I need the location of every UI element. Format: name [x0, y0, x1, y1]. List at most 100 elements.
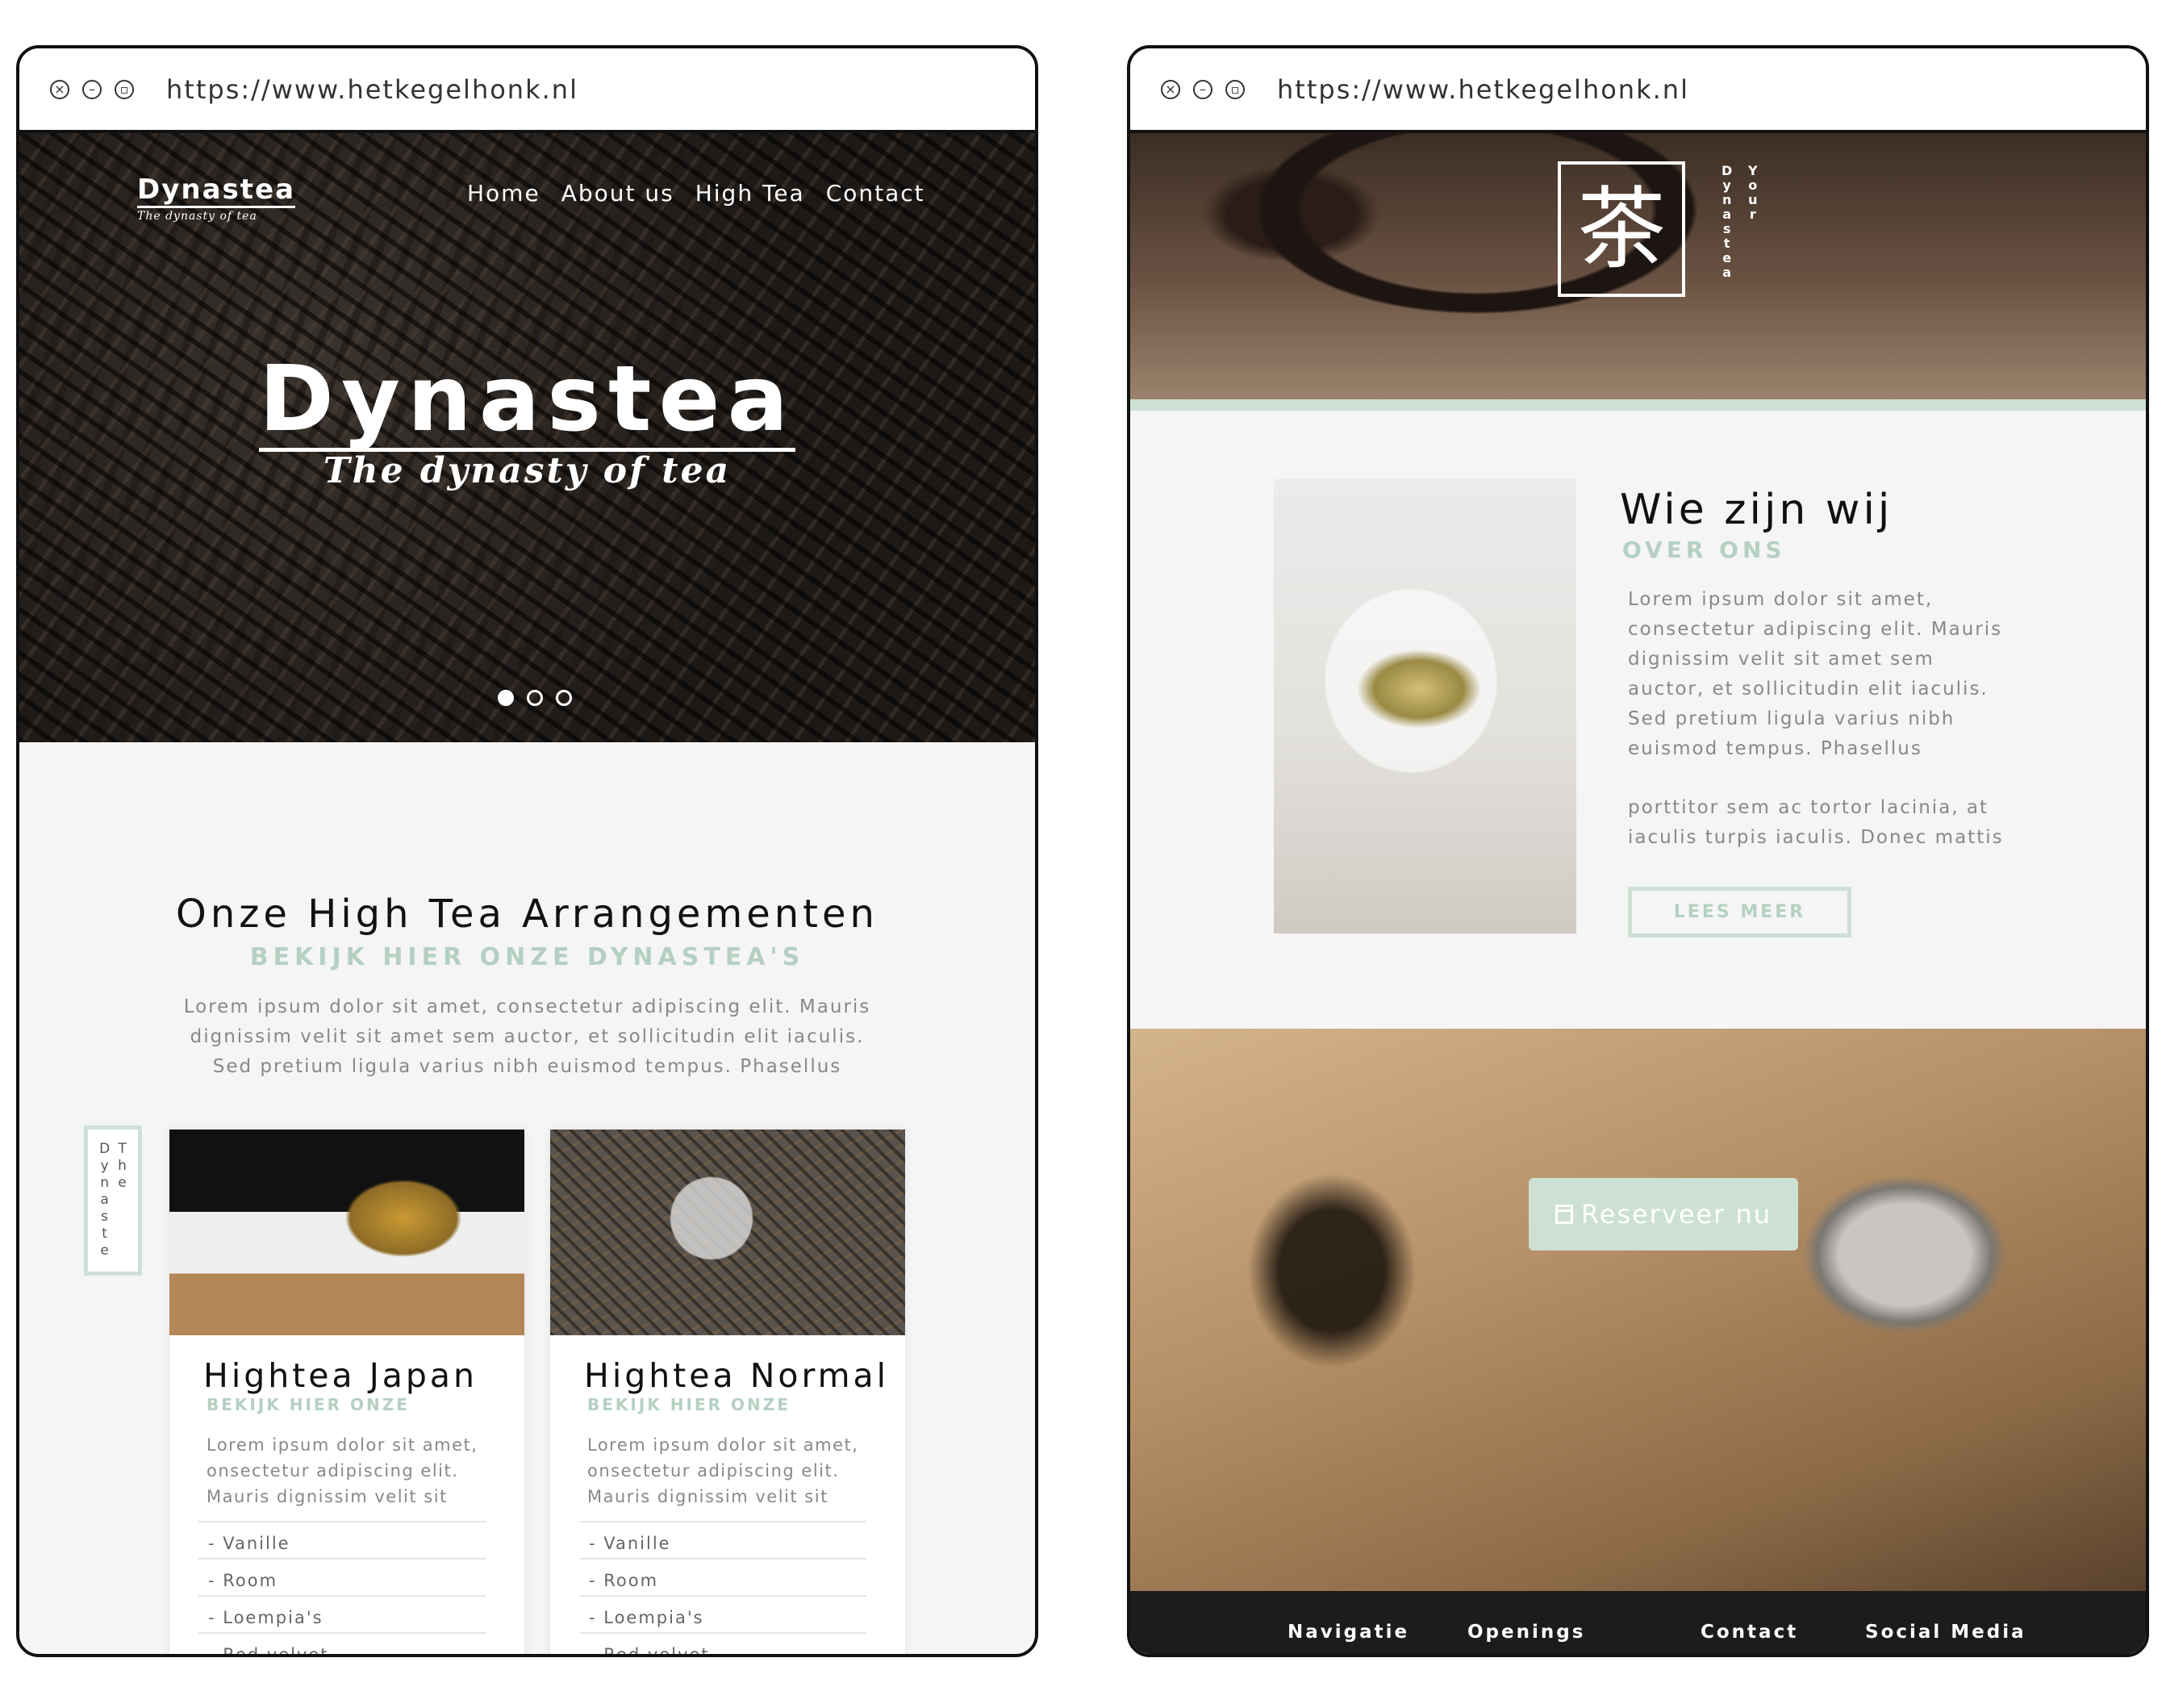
arrangements-heading: Onze High Tea Arrangementen BEKIJK HIER … — [19, 892, 1035, 1082]
vertical-letter: o — [1748, 177, 1758, 193]
nav-contact[interactable]: Contact — [826, 180, 925, 207]
footer-col-navigatie[interactable]: Navigatie — [1287, 1622, 1409, 1643]
close-window-icon[interactable]: × — [50, 79, 69, 99]
vertical-letter: t — [102, 1226, 107, 1242]
address-bar[interactable]: https://www.hetkegelhonk.nl — [1277, 74, 1689, 105]
tea-kanji-logo[interactable]: 茶 — [1558, 161, 1685, 297]
card-item-list: - Vanille - Room - Loempia's - Red velve… — [579, 1521, 866, 1654]
maximize-window-icon[interactable]: ▫ — [115, 79, 134, 99]
hero-section: Dynastea The dynasty of tea Home About u… — [19, 133, 1035, 742]
nav-home[interactable]: Home — [467, 180, 540, 207]
vertical-letter: a — [100, 1192, 109, 1208]
about-subtitle: OVER ONS — [1622, 537, 1786, 563]
vertical-letter: u — [1748, 192, 1758, 207]
vertical-letter: s — [101, 1209, 109, 1225]
list-item: - Loempia's — [198, 1595, 486, 1632]
about-title: Wie zijn wij — [1620, 486, 1893, 534]
about-paragraph: Lorem ipsum dolor sit amet, consectetur … — [1628, 585, 2031, 853]
desc-line: onsectetur adipiscing elit. — [207, 1461, 459, 1480]
header-banner: 茶 D y n a s t e a Y o u r — [1130, 133, 2146, 399]
minimize-window-icon[interactable]: – — [82, 79, 102, 99]
section-paragraph: Lorem ipsum dolor sit amet, consectetur … — [19, 992, 1035, 1082]
paragraph-line: iaculis turpis iaculis. Donec mattis — [1628, 827, 2004, 848]
vertical-tag-col-1: D y n a s t e — [99, 1141, 110, 1272]
hero-subtitle: The dynasty of tea — [323, 449, 732, 491]
footer-col-social-media[interactable]: Social Media — [1865, 1622, 2026, 1643]
card-image — [169, 1130, 524, 1335]
site-logo[interactable]: Dynastea The dynasty of tea — [137, 173, 296, 223]
desc-line: Mauris dignissim velit sit — [587, 1487, 828, 1506]
paragraph-line: auctor, et sollicitudin elit iaculis. — [1628, 679, 1989, 699]
main-nav: Home About us High Tea Contact — [467, 180, 925, 207]
paragraph-line: consectetur adipiscing elit. Mauris — [1628, 619, 2003, 640]
maximize-window-icon[interactable]: ▫ — [1225, 79, 1245, 99]
vertical-letter: n — [1722, 192, 1732, 207]
card-subtitle: BEKIJK HIER ONZE — [587, 1395, 791, 1414]
list-item: - Red velvet — [198, 1632, 486, 1654]
vertical-letter: e — [1722, 250, 1732, 265]
reserveer-nu-button[interactable]: Reserveer nu — [1529, 1178, 1798, 1251]
card-title: Hightea Japan — [203, 1356, 478, 1395]
minimize-window-icon[interactable]: – — [1193, 79, 1212, 99]
list-item: - Room — [579, 1558, 866, 1595]
vertical-letter: e — [118, 1175, 127, 1191]
paragraph-line: Sed pretium ligula varius nibh euismod t… — [212, 1056, 842, 1077]
logo-name: Dynastea — [137, 173, 296, 208]
desc-line: Mauris dignissim velit sit — [207, 1487, 448, 1506]
reserve-section — [1130, 1029, 2146, 1591]
vertical-letter: e — [100, 1242, 109, 1259]
slider-dots — [498, 690, 572, 706]
browser-bar: × – ▫ https://www.hetkegelhonk.nl — [19, 48, 1035, 133]
browser-window-left: × – ▫ https://www.hetkegelhonk.nl Dynast… — [16, 45, 1038, 1657]
hero-title-block: Dynastea The dynasty of tea — [19, 352, 1035, 491]
footer-col-openings[interactable]: Openings — [1467, 1622, 1585, 1643]
paragraph-line: dignissim velit sit amet sem — [1628, 649, 1934, 670]
footer: Navigatie Openings Contact Social Media — [1130, 1591, 2146, 1654]
vertical-letter: D — [1722, 163, 1733, 178]
vertical-letter: y — [100, 1158, 109, 1174]
vertical-letter: a — [1722, 265, 1732, 280]
footer-col-contact[interactable]: Contact — [1701, 1622, 1798, 1643]
desc-line: Lorem ipsum dolor sit amet, — [207, 1435, 478, 1455]
nav-high-tea[interactable]: High Tea — [695, 180, 805, 207]
card-description: Lorem ipsum dolor sit amet, onsectetur a… — [207, 1432, 500, 1510]
slider-dot-1[interactable] — [498, 690, 514, 706]
logo-tagline: The dynasty of tea — [137, 210, 257, 223]
paragraph-line: Lorem ipsum dolor sit amet, consectetur … — [183, 996, 871, 1017]
slider-dot-2[interactable] — [527, 690, 543, 706]
lees-meer-button[interactable]: LEES MEER — [1628, 887, 1851, 938]
vertical-tag-col-2: T h e — [118, 1141, 127, 1272]
list-item: - Room — [198, 1558, 486, 1595]
card-hightea-japan[interactable]: Hightea Japan BEKIJK HIER ONZE Lorem ips… — [169, 1130, 524, 1654]
vertical-label-dynastea: D y n a s t e a — [1722, 164, 1732, 280]
section-title: Onze High Tea Arrangementen — [176, 892, 879, 937]
list-item: - Red velvet — [579, 1632, 866, 1654]
vertical-letter: Y — [1748, 163, 1758, 178]
close-window-icon[interactable]: × — [1161, 79, 1180, 99]
card-hightea-normal[interactable]: Hightea Normal BEKIJK HIER ONZE Lorem ip… — [550, 1130, 905, 1654]
vertical-tag: D y n a s t e T h e — [84, 1125, 142, 1276]
paragraph-line: porttitor sem ac tortor lacinia, at — [1628, 797, 1989, 818]
tea-cup-image — [1274, 479, 1576, 933]
vertical-letter: T — [118, 1141, 127, 1157]
slider-dot-3[interactable] — [556, 690, 572, 706]
paragraph-line: Sed pretium ligula varius nibh — [1628, 708, 1955, 729]
reserve-button-label: Reserveer nu — [1580, 1199, 1772, 1230]
address-bar[interactable]: https://www.hetkegelhonk.nl — [166, 74, 578, 105]
vertical-letter: s — [1722, 221, 1731, 236]
section-subtitle: BEKIJK HIER ONZE DYNASTEA'S — [249, 943, 805, 971]
nav-about[interactable]: About us — [561, 180, 674, 207]
list-item: - Vanille — [579, 1521, 866, 1558]
paragraph-line: Lorem ipsum dolor sit amet, — [1628, 589, 1934, 610]
vertical-letter: D — [99, 1141, 111, 1157]
list-item: - Vanille — [198, 1521, 486, 1558]
vertical-letter: r — [1749, 207, 1756, 222]
vertical-letter: t — [1723, 236, 1730, 251]
card-description: Lorem ipsum dolor sit amet, onsectetur a… — [587, 1432, 881, 1510]
card-title: Hightea Normal — [584, 1356, 890, 1395]
vertical-letter: a — [1722, 207, 1732, 222]
accent-strip — [1130, 399, 2146, 411]
vertical-letter: h — [118, 1158, 127, 1174]
list-item: - Loempia's — [579, 1595, 866, 1632]
